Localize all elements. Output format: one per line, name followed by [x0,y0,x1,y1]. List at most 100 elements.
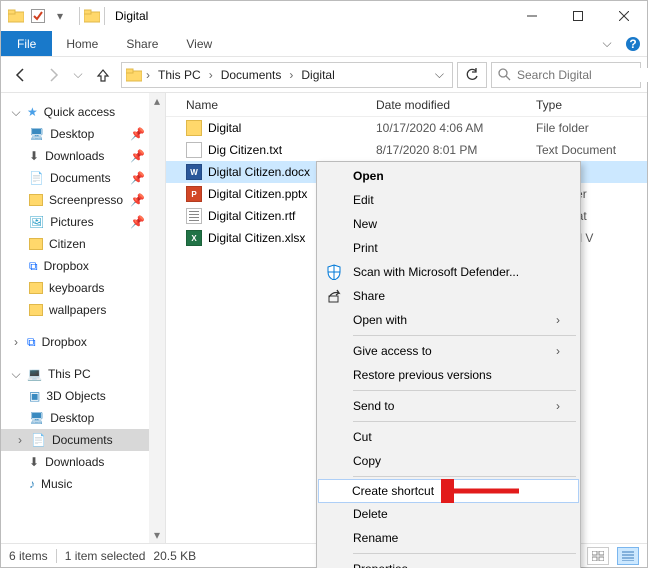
pictures-icon: 🖼 [29,215,44,229]
refresh-button[interactable] [457,62,487,88]
scroll-down-icon[interactable]: ▾ [149,527,165,543]
folder-icon [29,282,43,294]
tree-citizen[interactable]: Citizen [1,233,165,255]
address-bar[interactable]: › This PC › Documents › Digital ⌵ [121,62,453,88]
pc-icon: 💻 [27,367,42,381]
tree-dropbox-quick[interactable]: ⧉Dropbox [1,255,165,277]
status-size: 20.5 KB [153,549,196,563]
menu-send-to[interactable]: Send to› [319,394,578,418]
tree-documents2[interactable]: ›📄Documents [1,429,165,451]
recent-dropdown-icon[interactable]: ⌵ [71,61,85,89]
qat-dropdown-icon[interactable]: ▾ [51,7,69,25]
share-icon [325,287,343,305]
tab-view[interactable]: View [172,31,226,56]
breadcrumb[interactable]: This PC [154,68,205,82]
file-row[interactable]: Digital 10/17/2020 4:06 AM File folder [166,117,647,139]
close-button[interactable] [601,1,647,31]
tree-dropbox[interactable]: ›⧉Dropbox [1,331,165,353]
file-type: File folder [536,121,647,135]
view-details-button[interactable] [617,547,639,565]
folder-icon [126,68,142,82]
col-name[interactable]: Name [166,98,376,112]
folder-icon [29,304,43,316]
pin-icon: 📌 [130,171,145,185]
tree-this-pc[interactable]: ⌵💻This PC [1,363,165,385]
status-item-count: 6 items [9,549,48,563]
tab-home[interactable]: Home [52,31,112,56]
search-input[interactable] [517,68,648,82]
address-dropdown-icon[interactable]: ⌵ [431,67,448,82]
search-box[interactable] [491,62,641,88]
menu-restore-versions[interactable]: Restore previous versions [319,363,578,387]
menu-properties[interactable]: Properties [319,557,578,568]
shield-icon [325,263,343,281]
separator [56,549,57,563]
menu-print[interactable]: Print [319,236,578,260]
back-button[interactable] [7,61,35,89]
menu-share[interactable]: Share [319,284,578,308]
pin-icon: 📌 [130,215,145,229]
tree-label: Documents [50,171,111,185]
tree-keyboards[interactable]: keyboards [1,277,165,299]
menu-delete[interactable]: Delete [319,502,578,526]
menu-scan-defender[interactable]: Scan with Microsoft Defender... [319,260,578,284]
col-type[interactable]: Type [536,98,647,112]
tab-share[interactable]: Share [112,31,172,56]
documents-icon: 📄 [31,433,46,447]
breadcrumb[interactable]: Documents [217,68,286,82]
chevron-right-icon[interactable]: › [144,68,152,82]
svg-text:?: ? [629,37,636,51]
scroll-up-icon[interactable]: ▴ [149,93,165,109]
tree-downloads2[interactable]: ⬇Downloads [1,451,165,473]
chevron-right-icon[interactable]: › [287,68,295,82]
tree-label: Documents [52,433,113,447]
menu-new[interactable]: New [319,212,578,236]
menu-separator [353,553,576,554]
downloads-icon: ⬇ [29,455,39,469]
tree-desktop2[interactable]: 🖥Desktop [1,407,165,429]
tree-wallpapers[interactable]: wallpapers [1,299,165,321]
tree-desktop[interactable]: 🖥Desktop📌 [1,123,165,145]
tab-file[interactable]: File [1,31,52,56]
tree-screenpresso[interactable]: Screenpresso📌 [1,189,165,211]
tree-label: Dropbox [42,335,87,349]
menu-open-with[interactable]: Open with› [319,308,578,332]
downloads-icon: ⬇ [29,149,39,163]
menu-separator [353,476,576,477]
menu-separator [353,421,576,422]
breadcrumb[interactable]: Digital [297,68,338,82]
maximize-button[interactable] [555,1,601,31]
file-row[interactable]: Dig Citizen.txt 8/17/2020 8:01 PM Text D… [166,139,647,161]
menu-open[interactable]: Open [319,164,578,188]
tree-downloads[interactable]: ⬇Downloads📌 [1,145,165,167]
tree-quick-access[interactable]: ⌵★Quick access [1,101,165,123]
forward-button[interactable] [39,61,67,89]
minimize-button[interactable] [509,1,555,31]
col-date[interactable]: Date modified [376,98,536,112]
checkbox-icon[interactable] [29,7,47,25]
file-name: Digital Citizen.pptx [208,187,307,201]
nav-scrollbar[interactable]: ▴ ▾ [149,93,165,543]
objects-icon: ▣ [29,389,40,403]
tree-label: Citizen [49,237,86,251]
menu-give-access[interactable]: Give access to› [319,339,578,363]
menu-cut[interactable]: Cut [319,425,578,449]
tree-label: keyboards [49,281,104,295]
chevron-right-icon[interactable]: › [207,68,215,82]
menu-edit[interactable]: Edit [319,188,578,212]
file-name: Digital Citizen.xlsx [208,231,305,245]
tree-pictures[interactable]: 🖼Pictures📌 [1,211,165,233]
file-name: Digital Citizen.docx [208,165,310,179]
view-thumbnails-button[interactable] [587,547,609,565]
up-button[interactable] [89,61,117,89]
tree-music[interactable]: ♪Music [1,473,165,495]
menu-rename[interactable]: Rename [319,526,578,550]
tree-documents[interactable]: 📄Documents📌 [1,167,165,189]
menu-copy[interactable]: Copy [319,449,578,473]
menu-separator [353,390,576,391]
help-button[interactable]: ? [619,31,647,56]
tree-3d-objects[interactable]: ▣3D Objects [1,385,165,407]
desktop-icon: 🖥 [29,127,44,141]
menu-create-shortcut[interactable]: Create shortcut [318,479,579,503]
ribbon-expand-icon[interactable]: ⌵ [595,31,619,56]
